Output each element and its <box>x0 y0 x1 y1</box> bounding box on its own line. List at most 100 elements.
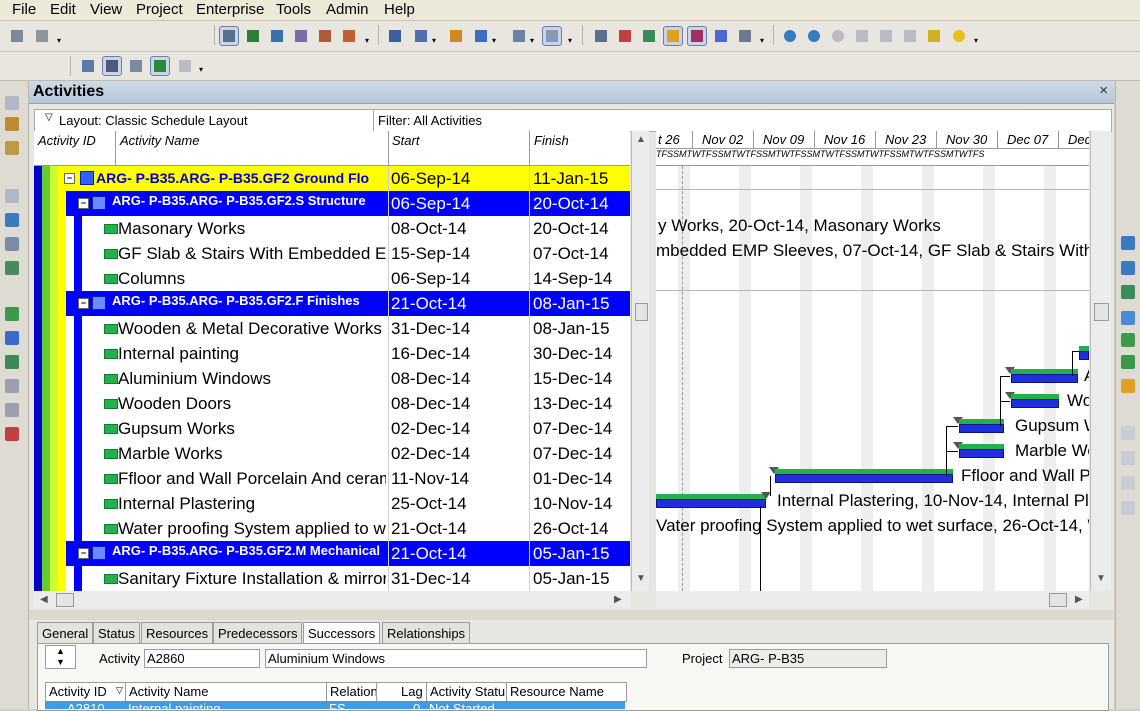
tab-successors[interactable]: Successors <box>303 622 381 644</box>
scroll-up-icon[interactable]: ▲ <box>636 134 646 145</box>
issues-icon[interactable] <box>5 403 19 417</box>
projects-icon[interactable] <box>5 96 19 110</box>
resources-icon[interactable] <box>5 213 19 227</box>
table-row[interactable]: Marble Works 02-Dec-14 07-Dec-14 <box>34 441 630 467</box>
activity-bar[interactable] <box>656 494 766 508</box>
table-row[interactable]: Gupsum Works 02-Dec-14 07-Dec-14 <box>34 416 630 442</box>
print-preview-icon[interactable] <box>33 27 51 45</box>
table-row[interactable]: Sanitary Fixture Installation & mirrors … <box>34 566 630 592</box>
collapse-icon[interactable]: − <box>78 298 89 309</box>
scroll-down-icon[interactable]: ▼ <box>1096 573 1106 584</box>
table-row[interactable]: Wooden Doors 08-Dec-14 13-Dec-14 <box>34 391 630 417</box>
gantt-chart-icon[interactable] <box>244 27 262 45</box>
folder-icon[interactable] <box>5 189 19 203</box>
menu-tools[interactable]: Tools <box>276 1 311 18</box>
gantt-horizontal-scrollbar[interactable]: ▶ <box>656 591 1089 608</box>
network-icon[interactable] <box>316 27 334 45</box>
baseline-icon[interactable] <box>736 27 754 45</box>
open-project-icon[interactable] <box>5 141 19 155</box>
notebook-icon[interactable] <box>1121 379 1135 393</box>
table-row[interactable]: Internal Plastering 25-Oct-14 10-Nov-14 <box>34 491 630 517</box>
scroll-thumb[interactable] <box>1094 303 1109 321</box>
activity-name-field[interactable]: Aluminium Windows <box>265 649 647 668</box>
move-right-icon[interactable] <box>1121 501 1135 515</box>
columns-icon[interactable] <box>412 27 430 45</box>
activity-bar[interactable] <box>1079 346 1089 360</box>
align-icon[interactable] <box>386 27 404 45</box>
relationships-view-icon[interactable] <box>150 56 170 76</box>
zoom-in-icon[interactable] <box>781 27 799 45</box>
assign-code-icon[interactable] <box>1121 285 1135 299</box>
add-activity-icon[interactable] <box>1121 355 1135 369</box>
level-icon[interactable] <box>640 27 658 45</box>
col-lag[interactable]: Lag <box>401 684 423 699</box>
network-view-icon[interactable] <box>127 57 145 75</box>
work-products-icon[interactable] <box>5 379 19 393</box>
activity-bar[interactable] <box>1011 369 1078 383</box>
dropdown-arrow-icon[interactable]: ▾ <box>492 37 497 45</box>
assign-icon[interactable] <box>176 57 194 75</box>
move-down-icon[interactable] <box>1121 451 1135 465</box>
tab-predecessors[interactable]: Predecessors <box>213 622 303 644</box>
table-row[interactable]: Masonary Works 08-Oct-14 20-Oct-14 <box>34 216 630 242</box>
number-format-icon[interactable] <box>542 26 562 46</box>
table-row[interactable]: Ffloor and Wall Porcelain And ceram 11-N… <box>34 466 630 492</box>
assign-successor-icon[interactable] <box>1121 333 1135 347</box>
group-sort-icon[interactable] <box>510 27 528 45</box>
dropdown-arrow-icon[interactable]: ▾ <box>568 37 573 45</box>
assign-role-icon[interactable] <box>1121 261 1135 275</box>
close-icon[interactable]: × <box>1099 82 1108 99</box>
split-icon[interactable] <box>901 27 919 45</box>
collapse-icon[interactable]: − <box>78 548 89 559</box>
gantt-vertical-scrollbar[interactable]: ▼ <box>1090 131 1111 591</box>
menu-edit[interactable]: Edit <box>50 1 76 18</box>
table-row[interactable]: − ARG- P-B35.ARG- P-B35.GF2.F Finishes 2… <box>34 291 630 317</box>
dropdown-arrow-icon[interactable]: ▾ <box>432 37 437 45</box>
risks-icon[interactable] <box>5 427 19 441</box>
activity-usage-icon[interactable] <box>268 27 286 45</box>
table-row[interactable]: Water proofing System applied to we 21-O… <box>34 516 630 542</box>
schedule-icon[interactable] <box>616 27 634 45</box>
dropdown-arrow-icon[interactable]: ▾ <box>365 37 370 45</box>
scroll-thumb[interactable] <box>1049 593 1067 607</box>
reports-icon[interactable] <box>5 237 19 251</box>
activity-bar[interactable] <box>775 469 953 483</box>
table-font-icon[interactable] <box>592 27 610 45</box>
collapse-icon[interactable]: − <box>64 173 75 184</box>
table-vertical-scrollbar[interactable]: ▲ ▼ <box>631 131 649 591</box>
activity-bar[interactable] <box>959 419 1004 433</box>
col-activity-status[interactable]: Activity Statu <box>430 684 506 699</box>
table-row[interactable]: A2810 Internal painting FS 0 Not Started <box>45 701 625 709</box>
assign-predecessor-icon[interactable] <box>1121 311 1135 325</box>
collapse-icon[interactable] <box>853 27 871 45</box>
tab-general[interactable]: General <box>37 622 94 644</box>
dropdown-arrow-icon[interactable]: ▾ <box>57 37 62 45</box>
assign-resource-icon[interactable] <box>1121 236 1135 250</box>
chevron-down-icon[interactable]: ▼ <box>46 657 75 668</box>
table-row[interactable]: Columns 06-Sep-14 14-Sep-14 <box>34 266 630 292</box>
activity-bar[interactable] <box>959 444 1004 458</box>
table-row[interactable]: GF Slab & Stairs With Embedded EM 15-Sep… <box>34 241 630 267</box>
menu-project[interactable]: Project <box>136 1 183 18</box>
activity-table-icon[interactable] <box>219 26 239 46</box>
col-relation[interactable]: Relation <box>330 684 376 699</box>
table-view-icon[interactable] <box>79 57 97 75</box>
record-navigator[interactable]: ▲ ▼ <box>45 645 76 669</box>
table-row[interactable]: − ARG- P-B35.ARG- P-B35.GF2.S Structure … <box>34 191 630 217</box>
zoom-out-icon[interactable] <box>805 27 823 45</box>
dropdown-arrow-icon[interactable]: ▾ <box>530 37 535 45</box>
eps-icon[interactable] <box>5 117 19 131</box>
profile-icon[interactable] <box>292 27 310 45</box>
dropdown-arrow-icon[interactable]: ▾ <box>199 66 204 74</box>
table-row[interactable]: Wooden & Metal Decorative Works & 31-Dec… <box>34 316 630 342</box>
filter-icon[interactable] <box>472 27 490 45</box>
table-row[interactable]: Aluminium Windows 08-Dec-14 15-Dec-14 <box>34 366 630 392</box>
menu-admin[interactable]: Admin <box>326 1 369 18</box>
pane-splitter[interactable] <box>29 610 1114 620</box>
tab-resources[interactable]: Resources <box>141 622 214 644</box>
progress-line-icon[interactable] <box>687 26 707 46</box>
col-resource-name[interactable]: Resource Name <box>510 684 604 699</box>
scroll-right-icon[interactable]: ▶ <box>614 594 622 605</box>
activities-icon[interactable] <box>5 331 19 345</box>
bars-icon[interactable] <box>447 27 465 45</box>
